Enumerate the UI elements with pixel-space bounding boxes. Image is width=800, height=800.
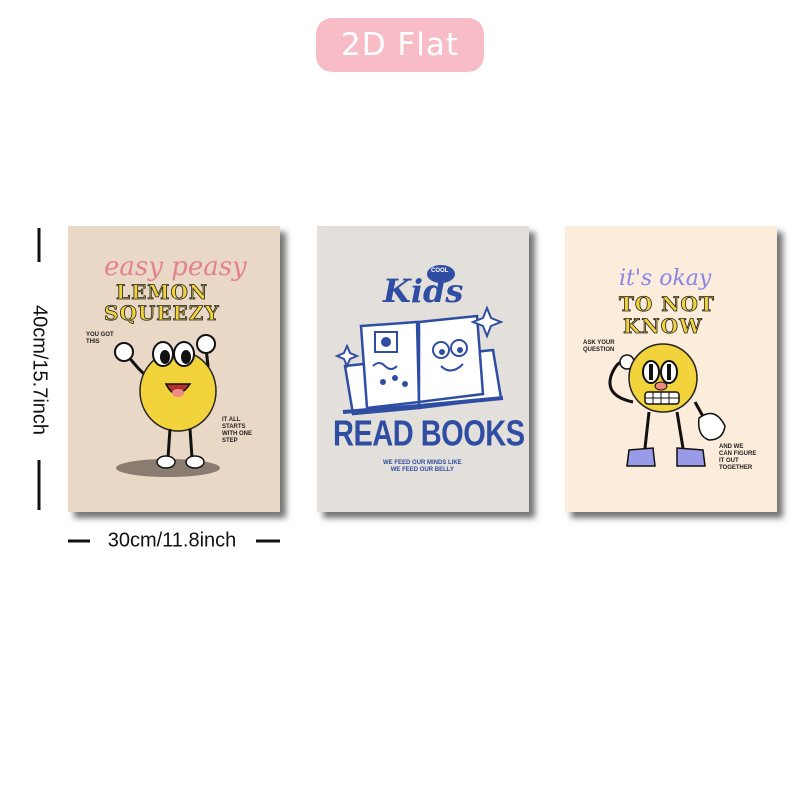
poster-not-know: it's okay TO NOT KNOW ASK YOUR QUESTION … xyxy=(565,226,777,512)
height-dimension-label: 40cm/15.7inch xyxy=(28,304,51,436)
poster2-script-line: Kids xyxy=(383,272,464,310)
poster3-note-right: AND WE CAN FIGURE IT OUT TOGETHER xyxy=(719,444,757,471)
poster3-note-left: ASK YOUR QUESTION xyxy=(583,340,615,353)
poster1-headline-2: SQUEEZY xyxy=(104,301,220,326)
poster3-script-line: it's okay xyxy=(619,266,712,291)
poster1-note-right: IT ALL STARTS WITH ONE STEP xyxy=(222,417,252,444)
poster1-note-left: YOU GOT THIS xyxy=(86,332,114,345)
poster-lemon: easy peasy LEMON SQUEEZY YOU GOT THIS IT… xyxy=(68,226,280,512)
poster2-subline: WE FEED OUR MINDS LIKE WE FEED OUR BELLY xyxy=(383,460,462,473)
poster3-headline-1: TO NOT xyxy=(619,292,715,317)
poster1-script-line: easy peasy xyxy=(104,252,247,282)
poster2-headline: READ BOOKS xyxy=(333,414,525,454)
width-dimension-label: 30cm/11.8inch xyxy=(101,529,243,553)
poster-read-books: COOL Kids READ BOOKS WE FEED OUR MINDS L… xyxy=(317,226,529,512)
poster3-headline-2: KNOW xyxy=(623,314,703,339)
style-badge: 2D Flat xyxy=(316,18,484,72)
